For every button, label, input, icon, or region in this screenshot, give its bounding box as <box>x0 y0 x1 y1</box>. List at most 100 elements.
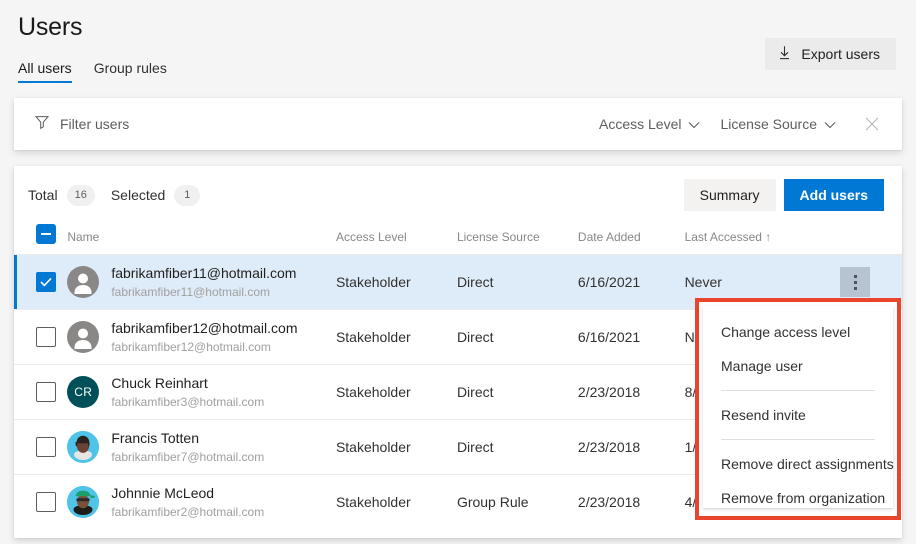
row-access-level: Stakeholder <box>336 365 457 420</box>
row-select-cell <box>14 475 67 530</box>
clear-filters-button[interactable] <box>856 108 888 140</box>
header-name[interactable]: Name <box>67 224 336 255</box>
user-name: Francis Totten <box>111 430 199 446</box>
user-name: Chuck Reinhart <box>111 375 208 391</box>
access-level-dropdown-label: Access Level <box>599 116 681 132</box>
row-checkbox[interactable] <box>36 437 56 457</box>
row-checkbox[interactable] <box>36 382 56 402</box>
filter-users-input[interactable]: Filter users <box>60 116 129 132</box>
header-license-source[interactable]: License Source <box>457 224 578 255</box>
row-select-cell <box>14 255 67 310</box>
row-select-cell <box>14 310 67 365</box>
row-access-level: Stakeholder <box>336 310 457 365</box>
avatar <box>67 321 99 353</box>
avatar: CR <box>67 376 99 408</box>
table-header-row: Name Access Level License Source Date Ad… <box>14 224 902 255</box>
list-toolbar: Total 16 Selected 1 Summary Add users <box>14 166 902 224</box>
row-checkbox[interactable] <box>36 492 56 512</box>
row-access-level: Stakeholder <box>336 255 457 310</box>
export-users-label: Export users <box>801 46 880 62</box>
row-access-level: Stakeholder <box>336 475 457 530</box>
context-menu-highlight: Change access level Manage user Resend i… <box>695 298 901 520</box>
counts-group: Total 16 Selected 1 <box>28 185 684 206</box>
avatar <box>67 431 99 463</box>
row-date-added: 2/23/2018 <box>578 365 685 420</box>
chevron-down-icon <box>688 116 700 132</box>
tab-all-users-label: All users <box>18 60 72 76</box>
user-name: Johnnie McLeod <box>111 485 214 501</box>
total-count: Total 16 <box>28 185 95 206</box>
row-checkbox[interactable] <box>36 272 56 292</box>
row-more-actions-button[interactable] <box>840 267 870 297</box>
row-license-source: Direct <box>457 310 578 365</box>
row-select-cell <box>14 420 67 475</box>
header-last-accessed[interactable]: Last Accessed ↑ <box>685 224 839 255</box>
user-email: fabrikamfiber11@hotmail.com <box>111 285 270 299</box>
menu-item-resend-invite[interactable]: Resend invite <box>703 398 893 432</box>
person-icon <box>67 321 99 353</box>
user-email: fabrikamfiber12@hotmail.com <box>111 340 271 354</box>
users-table-header: Name Access Level License Source Date Ad… <box>14 224 902 255</box>
license-source-dropdown[interactable]: License Source <box>710 108 846 140</box>
user-name: fabrikamfiber11@hotmail.com <box>111 265 296 281</box>
selected-count: Selected 1 <box>111 185 200 206</box>
select-all-checkbox[interactable] <box>36 224 56 244</box>
avatar-initials: CR <box>74 385 92 399</box>
menu-item-remove-direct-assignments[interactable]: Remove direct assignments <box>703 447 893 481</box>
close-icon <box>865 117 879 131</box>
tab-group-rules-label: Group rules <box>94 60 167 76</box>
selected-badge: 1 <box>174 185 200 206</box>
header-last-accessed-label: Last Accessed <box>685 230 762 244</box>
row-license-source: Direct <box>457 420 578 475</box>
row-name-cell: fabrikamfiber12@hotmail.com fabrikamfibe… <box>67 310 336 365</box>
sort-ascending-icon: ↑ <box>765 230 771 244</box>
row-date-added: 2/23/2018 <box>578 475 685 530</box>
user-name: fabrikamfiber12@hotmail.com <box>111 320 297 336</box>
row-context-menu: Change access level Manage user Resend i… <box>703 306 893 508</box>
row-checkbox[interactable] <box>36 327 56 347</box>
total-badge: 16 <box>67 185 95 206</box>
filter-input-group[interactable]: Filter users <box>34 114 589 135</box>
export-users-button[interactable]: Export users <box>765 38 896 70</box>
avatar-photo-icon <box>67 486 99 518</box>
selected-label: Selected <box>111 187 165 203</box>
menu-item-manage-user[interactable]: Manage user <box>703 349 893 383</box>
summary-button[interactable]: Summary <box>684 179 776 211</box>
menu-separator <box>721 390 875 391</box>
add-users-button[interactable]: Add users <box>784 179 884 211</box>
tab-all-users[interactable]: All users <box>18 60 72 83</box>
row-access-level: Stakeholder <box>336 420 457 475</box>
row-name-cell: Francis Totten fabrikamfiber7@hotmail.co… <box>67 420 336 475</box>
row-date-added: 6/16/2021 <box>578 255 685 310</box>
header-actions <box>838 224 902 255</box>
row-license-source: Direct <box>457 255 578 310</box>
menu-item-remove-from-organization[interactable]: Remove from organization <box>703 481 893 515</box>
header-date-added[interactable]: Date Added <box>578 224 685 255</box>
avatar <box>67 486 99 518</box>
tab-group-rules[interactable]: Group rules <box>94 60 167 83</box>
avatar <box>67 266 99 298</box>
chevron-down-icon <box>824 116 836 132</box>
avatar-photo-icon <box>67 431 99 463</box>
person-icon <box>67 266 99 298</box>
license-source-dropdown-label: License Source <box>720 116 817 132</box>
menu-item-change-access-level[interactable]: Change access level <box>703 315 893 349</box>
row-name-cell: fabrikamfiber11@hotmail.com fabrikamfibe… <box>67 255 336 310</box>
filter-icon <box>34 114 50 135</box>
row-license-source: Group Rule <box>457 475 578 530</box>
user-email: fabrikamfiber3@hotmail.com <box>111 395 264 409</box>
download-icon <box>777 45 792 64</box>
row-license-source: Direct <box>457 365 578 420</box>
row-name-cell: Johnnie McLeod fabrikamfiber2@hotmail.co… <box>67 475 336 530</box>
filter-bar: Filter users Access Level License Source <box>14 98 902 150</box>
header-select-all-cell <box>14 224 67 255</box>
total-label: Total <box>28 187 58 203</box>
row-date-added: 2/23/2018 <box>578 420 685 475</box>
menu-separator <box>721 439 875 440</box>
row-name-cell: CR Chuck Reinhart fabrikamfiber3@hotmail… <box>67 365 336 420</box>
row-select-cell <box>14 365 67 420</box>
user-email: fabrikamfiber7@hotmail.com <box>111 450 264 464</box>
access-level-dropdown[interactable]: Access Level <box>589 108 710 140</box>
header-access-level[interactable]: Access Level <box>336 224 457 255</box>
user-email: fabrikamfiber2@hotmail.com <box>111 505 264 519</box>
